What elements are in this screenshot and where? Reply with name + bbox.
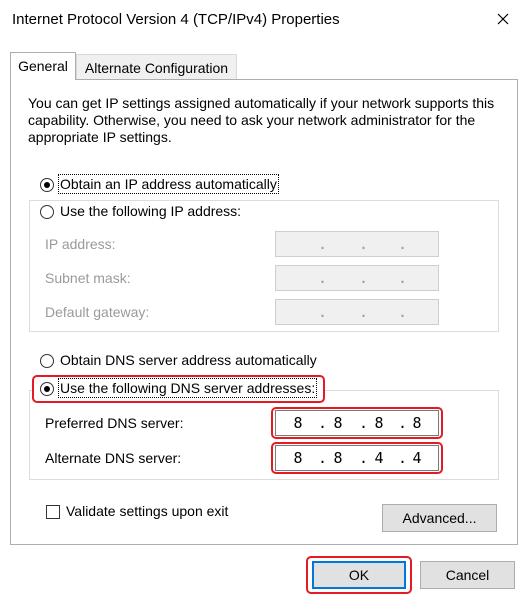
preferred-dns-label: Preferred DNS server: [45,415,184,431]
use-following-ip-label[interactable]: Use the following IP address: [60,203,245,219]
validate-checkbox[interactable] [46,505,60,519]
obtain-ip-auto-label[interactable]: Obtain an IP address automatically [58,174,279,194]
radio-obtain-ip-auto[interactable] [40,178,54,192]
ip-address-input[interactable]: ... [275,231,439,257]
radio-obtain-dns-auto[interactable] [40,354,54,368]
alternate-dns-input[interactable]: 8 . 8 . 4 . 4 [275,445,439,471]
tab-alternate-configuration[interactable]: Alternate Configuration [76,54,237,80]
default-gateway-input[interactable]: ... [275,299,439,325]
radio-use-following-dns[interactable] [40,382,54,396]
validate-label[interactable]: Validate settings upon exit [66,503,228,519]
close-button[interactable] [490,6,516,32]
radio-use-following-ip[interactable] [40,205,54,219]
alternate-dns-label: Alternate DNS server: [45,450,182,466]
window-title: Internet Protocol Version 4 (TCP/IPv4) P… [12,11,340,28]
description-text: You can get IP settings assigned automat… [28,95,495,145]
default-gateway-label: Default gateway: [45,304,150,320]
ip-address-label: IP address: [45,236,116,252]
use-following-dns-label[interactable]: Use the following DNS server addresses: [57,378,318,398]
obtain-dns-auto-label[interactable]: Obtain DNS server address automatically [60,352,317,368]
close-icon [497,13,509,25]
cancel-button[interactable]: Cancel [420,561,515,589]
subnet-mask-label: Subnet mask: [45,270,131,286]
ok-button[interactable]: OK [312,561,406,589]
preferred-dns-input[interactable]: 8 . 8 . 8 . 8 [275,410,439,436]
subnet-mask-input[interactable]: ... [275,265,439,291]
advanced-button[interactable]: Advanced... [382,504,497,532]
tab-general[interactable]: General [10,52,76,80]
